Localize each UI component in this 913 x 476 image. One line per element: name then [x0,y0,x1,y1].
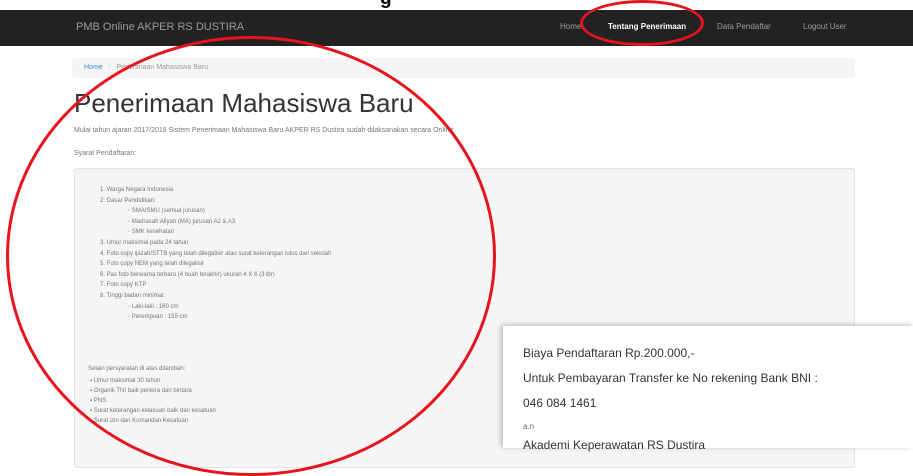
requirement-item: 4. Foto copy ijazah/STTB yang telah dile… [100,250,332,257]
breadcrumb-separator: / [108,64,111,71]
breadcrumb-home[interactable]: Home [84,64,103,71]
additional-item: ▪ PNS [90,398,107,404]
breadcrumb: Home / Penerimaan Mahasiswa Baru [72,58,855,78]
account-holder: Akademi Keperawatan RS Dustira [523,438,706,452]
nav-data-pendaftar[interactable]: Data Pendaftar [717,22,771,31]
requirements-list: 1. Warga Negara Indonesia 2. Dasar Pendid… [100,185,331,323]
additional-list: ▪ Umur maksimal 30 tahun ▪ Organik TNI ba… [90,376,216,426]
requirement-item: 6. Pas foto berwarna terbaru (4 buah ter… [100,271,275,278]
requirement-item: 2. Dasar Pendidikan: [100,197,156,204]
requirement-item: ◦ SMA/SMU (semua jurusan) [128,208,205,215]
requirement-item: 8. Tinggi badan minimal: [100,292,166,299]
top-caption: g [380,0,392,10]
nav-home[interactable]: Home [560,22,581,31]
requirement-item: ◦ SMK kesehatan [128,229,175,236]
navbar: PMB Online AKPER RS DUSTIRA Home Tentang… [0,10,913,46]
page-title: Penerimaan Mahasiswa Baru [74,88,414,118]
transfer-instruction: Untuk Pembayaran Transfer ke No rekening… [523,371,818,385]
requirement-item: 7. Foto copy KTP [100,282,147,289]
nav-logout[interactable]: Logout User [803,22,847,31]
breadcrumb-current: Penerimaan Mahasiswa Baru [116,64,208,71]
requirement-item: 5. Foto copy NEM yang telah dilegalisir [100,261,205,268]
registration-fee: Biaya Pendaftaran Rp.200.000,- [523,346,695,360]
requirement-item: 3. Umur maksimal pada 24 tahun [100,239,189,246]
nav-tentang-penerimaan[interactable]: Tentang Penerimaan [608,22,686,31]
requirement-item: ◦ Perempuan : 155 cm [128,314,188,321]
intro-text: Mulai tahun ajaran 2017/2018 Sistem Pene… [74,127,454,134]
additional-item: ▪ Organik TNI baik perwira dan bintara [90,388,192,394]
additional-item: ▪ Surat izin dari Komandan Kesatuan [90,418,189,424]
navbar-brand[interactable]: PMB Online AKPER RS DUSTIRA [76,21,244,33]
requirement-item: ◦ Laki-laki : 160 cm [128,303,179,310]
requirement-item: ◦ Madrasah Aliyah (MA) jurusan A2 & A3 [128,218,236,225]
payment-info-panel: Biaya Pendaftaran Rp.200.000,- Untuk Pem… [503,326,913,452]
requirement-item: 1. Warga Negara Indonesia [100,187,174,193]
account-number: 046 084 1461 [523,396,597,410]
additional-heading: Selain persyaratan di atas ditambah: [88,366,186,372]
additional-item: ▪ Surat keterangan kelakuan baik dari ke… [90,408,216,414]
requirements-heading: Syarat Pendaftaran: [74,150,137,157]
account-an: a.n [523,422,535,431]
additional-item: ▪ Umur maksimal 30 tahun [90,378,161,384]
